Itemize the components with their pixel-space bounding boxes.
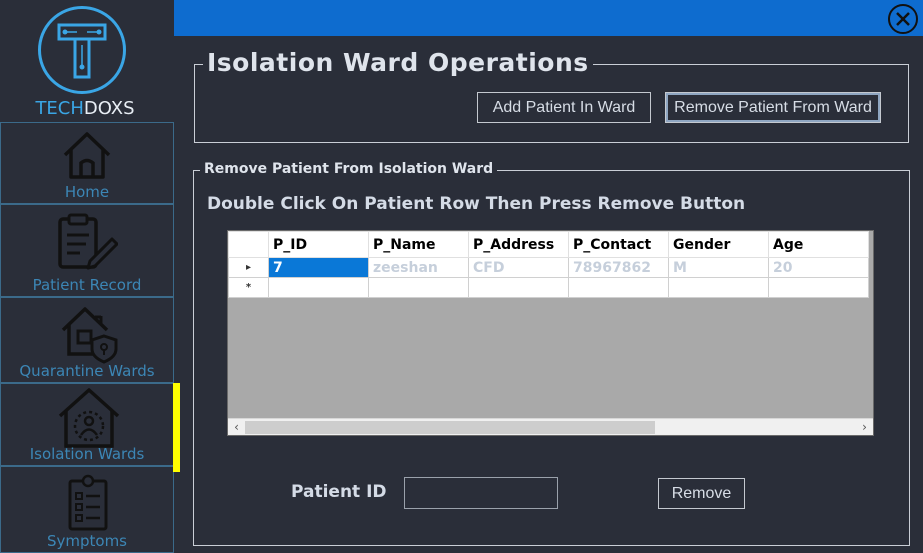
brand-prefix: TECH <box>35 98 84 119</box>
column-header[interactable]: P_ID <box>268 231 369 258</box>
close-icon <box>896 12 910 26</box>
page-title: Isolation Ward Operations <box>203 48 593 77</box>
sidebar-item-label: Isolation Wards <box>29 445 145 463</box>
table-cell[interactable] <box>268 277 369 298</box>
patient-grid[interactable]: P_ID P_Name P_Address P_Contact Gender A… <box>227 230 874 436</box>
remove-patient-mode-button[interactable]: Remove Patient From Ward <box>665 92 881 123</box>
row-header-corner <box>228 231 269 258</box>
scroll-right-icon[interactable]: › <box>856 419 873 435</box>
scroll-left-icon[interactable]: ‹ <box>228 419 245 435</box>
column-header[interactable]: P_Address <box>468 231 569 258</box>
column-header[interactable]: Age <box>768 231 869 258</box>
current-row-marker[interactable]: ▸ <box>228 257 269 278</box>
instruction-text: Double Click On Patient Row Then Press R… <box>207 194 746 214</box>
table-cell[interactable]: CFD <box>468 257 569 278</box>
new-row[interactable]: * <box>228 277 869 298</box>
brand-suffix: DOXS <box>83 98 135 119</box>
add-patient-button[interactable]: Add Patient In Ward <box>477 92 651 123</box>
logo-icon <box>38 6 126 94</box>
table-cell[interactable]: 78967862 <box>568 257 669 278</box>
sidebar-item-label: Quarantine Wards <box>19 362 155 380</box>
title-bar <box>174 0 923 36</box>
table-cell[interactable]: 7 <box>268 257 369 278</box>
sidebar: TECHDOXS Home Patient Record Quarantine … <box>0 0 174 553</box>
home-icon <box>63 132 111 179</box>
house-person-icon <box>58 388 120 448</box>
table-cell[interactable] <box>768 277 869 298</box>
column-header[interactable]: Gender <box>668 231 769 258</box>
close-button[interactable] <box>888 4 918 34</box>
sidebar-item-label: Symptoms <box>46 532 128 550</box>
patient-id-label: Patient ID <box>291 482 387 502</box>
brand-name: TECHDOXS <box>0 98 170 119</box>
sidebar-item-isolation-wards[interactable]: Isolation Wards <box>0 383 174 466</box>
house-shield-icon <box>61 307 118 364</box>
horizontal-scrollbar[interactable]: ‹ › <box>228 418 873 435</box>
sidebar-item-label: Patient Record <box>32 276 142 294</box>
active-nav-indicator <box>173 383 180 472</box>
table-cell[interactable]: zeeshan <box>368 257 469 278</box>
column-header[interactable]: P_Name <box>368 231 469 258</box>
table-cell[interactable]: M <box>668 257 769 278</box>
remove-panel-title: Remove Patient From Isolation Ward <box>200 161 498 177</box>
scrollbar-thumb[interactable] <box>245 421 655 434</box>
remove-button[interactable]: Remove <box>658 478 745 509</box>
table-cell[interactable] <box>468 277 569 298</box>
patient-table: P_ID P_Name P_Address P_Contact Gender A… <box>228 231 869 298</box>
sidebar-item-patient-record[interactable]: Patient Record <box>0 204 174 297</box>
sidebar-item-symptoms[interactable]: Symptoms <box>0 466 174 553</box>
table-header-row: P_ID P_Name P_Address P_Contact Gender A… <box>228 231 869 258</box>
column-header[interactable]: P_Contact <box>568 231 669 258</box>
patient-id-input[interactable] <box>404 477 558 509</box>
table-cell[interactable] <box>668 277 769 298</box>
table-cell[interactable] <box>368 277 469 298</box>
table-cell[interactable]: 20 <box>768 257 869 278</box>
table-row[interactable]: ▸ 7 zeeshan CFD 78967862 M 20 <box>228 257 869 278</box>
brand-logo: TECHDOXS <box>0 0 174 122</box>
sidebar-item-quarantine-wards[interactable]: Quarantine Wards <box>0 297 174 383</box>
sidebar-item-label: Home <box>64 183 110 201</box>
new-row-marker[interactable]: * <box>228 277 269 298</box>
table-cell[interactable] <box>568 277 669 298</box>
checklist-icon <box>68 474 108 531</box>
clipboard-edit-icon <box>58 213 118 270</box>
sidebar-item-home[interactable]: Home <box>0 122 174 204</box>
